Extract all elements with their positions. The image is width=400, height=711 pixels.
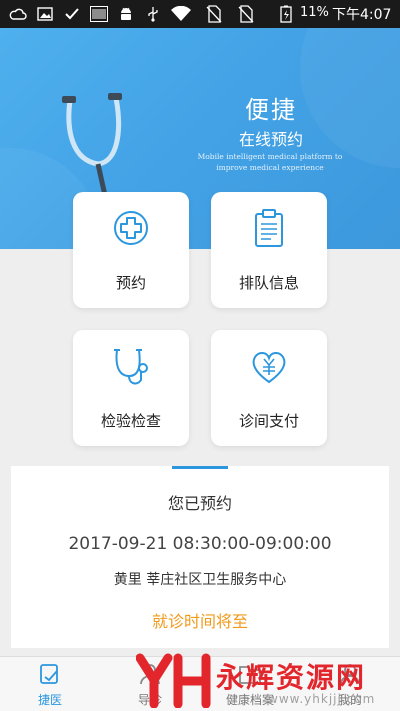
heart-yuan-icon (252, 352, 286, 384)
nav-label: 健康档案 (225, 693, 274, 707)
lab-tests-card[interactable]: 检验检查 (73, 330, 189, 446)
usb-icon (144, 4, 162, 24)
user-icon (340, 664, 360, 685)
appointment-title: 您已预约 (167, 494, 232, 513)
battery-percent: 11% (300, 5, 329, 20)
check-icon (64, 4, 80, 24)
doctor-icon (140, 664, 160, 685)
nav-label: 导诊 (137, 693, 162, 707)
folder-icon (239, 666, 261, 684)
barcode-icon (89, 4, 109, 24)
card-label: 排队信息 (238, 274, 299, 292)
image-icon (36, 4, 54, 24)
document-icon (40, 664, 58, 684)
appointment-card[interactable]: 预约 (73, 192, 189, 308)
hero-tagline: Mobile intelligent medical platform to i… (197, 152, 343, 172)
clipboard-icon (255, 209, 283, 247)
appointment-panel[interactable]: 您已预约 2017-09-21 08:30:00-09:00:00 黄里 莘庄社… (11, 466, 389, 648)
cloud-icon (8, 4, 28, 24)
stethoscope-illustration (62, 93, 122, 200)
card-label: 预约 (115, 274, 146, 292)
battery-charging-icon (278, 4, 294, 24)
medical-cross-icon (114, 211, 148, 245)
bottom-nav: 捷医 导诊 健康档案 我的 (0, 656, 400, 711)
hero-decoration (300, 28, 400, 168)
panel-indicator (172, 466, 228, 469)
card-label: 检验检查 (100, 412, 161, 430)
nav-item-guide[interactable]: 导诊 (110, 657, 190, 711)
hero-subtitle: 在线预约 (238, 130, 303, 149)
android-icon (117, 4, 135, 24)
hero-banner: 便捷 在线预约 Mobile intelligent medical platf… (0, 28, 400, 249)
stethoscope-icon (114, 349, 148, 385)
status-bar: 11% 下午4:07 (0, 0, 400, 28)
card-label: 诊间支付 (238, 412, 299, 430)
clock: 下午4:07 (332, 7, 392, 23)
nav-item-mine[interactable]: 我的 (310, 657, 390, 711)
no-sim-icon (204, 4, 224, 24)
nav-label: 我的 (337, 693, 362, 707)
no-sim-icon (236, 4, 256, 24)
nav-item-jieyi[interactable]: 捷医 (10, 657, 90, 711)
nav-item-health-records[interactable]: 健康档案 (210, 657, 290, 711)
appointment-time: 2017-09-21 08:30:00-09:00:00 (68, 534, 332, 554)
nav-label: 捷医 (37, 693, 62, 707)
queue-info-card[interactable]: 排队信息 (211, 192, 327, 308)
appointment-status: 就诊时间将至 (151, 612, 248, 631)
wifi-icon (170, 4, 192, 24)
appointment-location: 黄里 莘庄社区卫生服务中心 (113, 572, 287, 588)
hero-title: 便捷 (245, 96, 297, 124)
clinic-payment-card[interactable]: 诊间支付 (211, 330, 327, 446)
